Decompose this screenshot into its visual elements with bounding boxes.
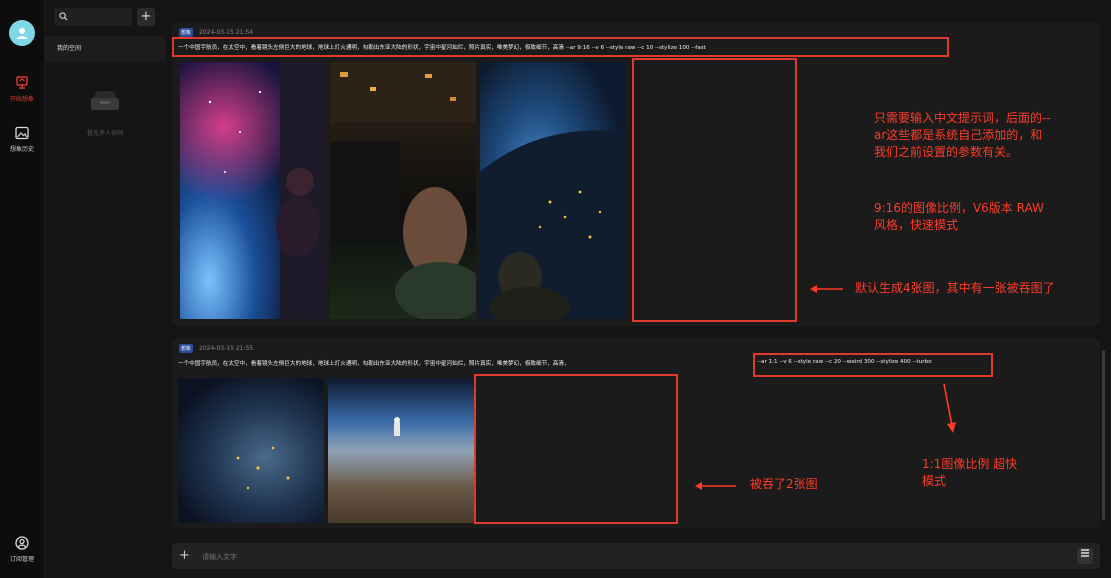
message-meta: 想象 2024-03-15 21:55: [179, 344, 253, 353]
imagine-tag: 想象: [179, 344, 194, 353]
search-icon: [59, 12, 68, 21]
generated-image[interactable]: [180, 62, 326, 319]
annotation-text: 9:16的图像比例，V6版本 RAW风格，快速模式: [874, 201, 1044, 232]
message-time: 2024-03-15 21:54: [199, 29, 254, 36]
chat-input-bar: +: [172, 543, 1100, 569]
annotation-text: 默认生成4张图，其中有一张被吞图了: [855, 281, 1055, 295]
account-icon: [14, 535, 30, 551]
highlight-box-params: [753, 353, 993, 377]
avatar-person-icon: [16, 28, 28, 39]
empty-label: 暂无多人协同: [86, 130, 123, 137]
message-time: 2024-03-15 21:55: [199, 345, 254, 352]
scrollbar[interactable]: [1102, 350, 1105, 520]
sidebar-item-my-space[interactable]: 我的空间: [45, 36, 165, 62]
empty-box-icon: [91, 91, 119, 110]
generated-image[interactable]: [328, 378, 474, 523]
image-icon: [14, 125, 30, 141]
add-space-button[interactable]: +: [137, 8, 155, 26]
rail-item-label: 开始想象: [9, 96, 34, 103]
user-avatar[interactable]: [9, 20, 35, 46]
message-meta: 想象 2024-03-15 21:54: [179, 28, 253, 37]
arrow-icon: [943, 383, 956, 433]
imagine-tag: 想象: [179, 28, 194, 37]
highlight-box-missing: [632, 58, 797, 322]
arrow-icon: [695, 482, 736, 490]
arrow-icon: [810, 285, 843, 293]
sidebar: + 我的空间 暂无多人协同: [45, 0, 165, 578]
astronaut-window-image: [208, 62, 326, 319]
generated-image[interactable]: [330, 62, 476, 319]
add-attachment-button[interactable]: +: [179, 548, 190, 563]
main-panel: 想象 2024-03-15 21:54 一个中国宇航员，在太空中，看着镜头左侧巨大…: [165, 0, 1111, 578]
message-card-1: 想象 2024-03-15 21:54 一个中国宇航员，在太空中，看着镜头左侧巨大…: [172, 22, 1100, 326]
rail-item-label: 订阅管理: [9, 556, 34, 563]
send-button[interactable]: [1077, 548, 1093, 564]
earth-lights-image: [480, 130, 626, 319]
rail-item-history[interactable]: 想象历史: [0, 125, 44, 153]
earth-night-image: [236, 446, 290, 490]
plus-icon: +: [140, 9, 152, 24]
rail-item-imagine[interactable]: 开始想象: [0, 75, 44, 103]
annotation-text: 被吞了2张图: [750, 477, 818, 491]
empty-collab: 暂无多人协同: [75, 88, 135, 137]
nav-rail: 开始想象 想象历史 订阅管理: [0, 0, 45, 578]
message-card-2: 想象 2024-03-15 21:55 一个中国宇航员，在太空中，看着镜头左侧巨大…: [172, 338, 1100, 528]
highlight-box-missing: [474, 374, 678, 524]
annotation-text: 只需要输入中文提示词，后面的--ar这些都是系统自己添加的，和我们之前设置的参数…: [874, 111, 1051, 159]
cockpit-image: [330, 62, 476, 319]
highlight-box-prompt: [172, 37, 949, 57]
generated-image[interactable]: [178, 378, 324, 523]
annotation-text: 1:1图像比例 超快模式: [922, 457, 1018, 488]
rail-item-label: 想象历史: [9, 146, 34, 153]
prompt-input[interactable]: [200, 547, 1044, 567]
sparkle-icon: [14, 75, 30, 91]
astronaut-platform-image: [394, 417, 400, 436]
generated-image[interactable]: [480, 62, 626, 319]
prompt-text: 一个中国宇航员，在太空中，看着镜头左侧巨大的地球，地球上灯火通明，勾勒出东亚大陆…: [178, 361, 570, 367]
menu-icon: [1081, 549, 1089, 557]
search-box[interactable]: [54, 8, 132, 26]
rail-item-subscription[interactable]: 订阅管理: [0, 535, 44, 563]
